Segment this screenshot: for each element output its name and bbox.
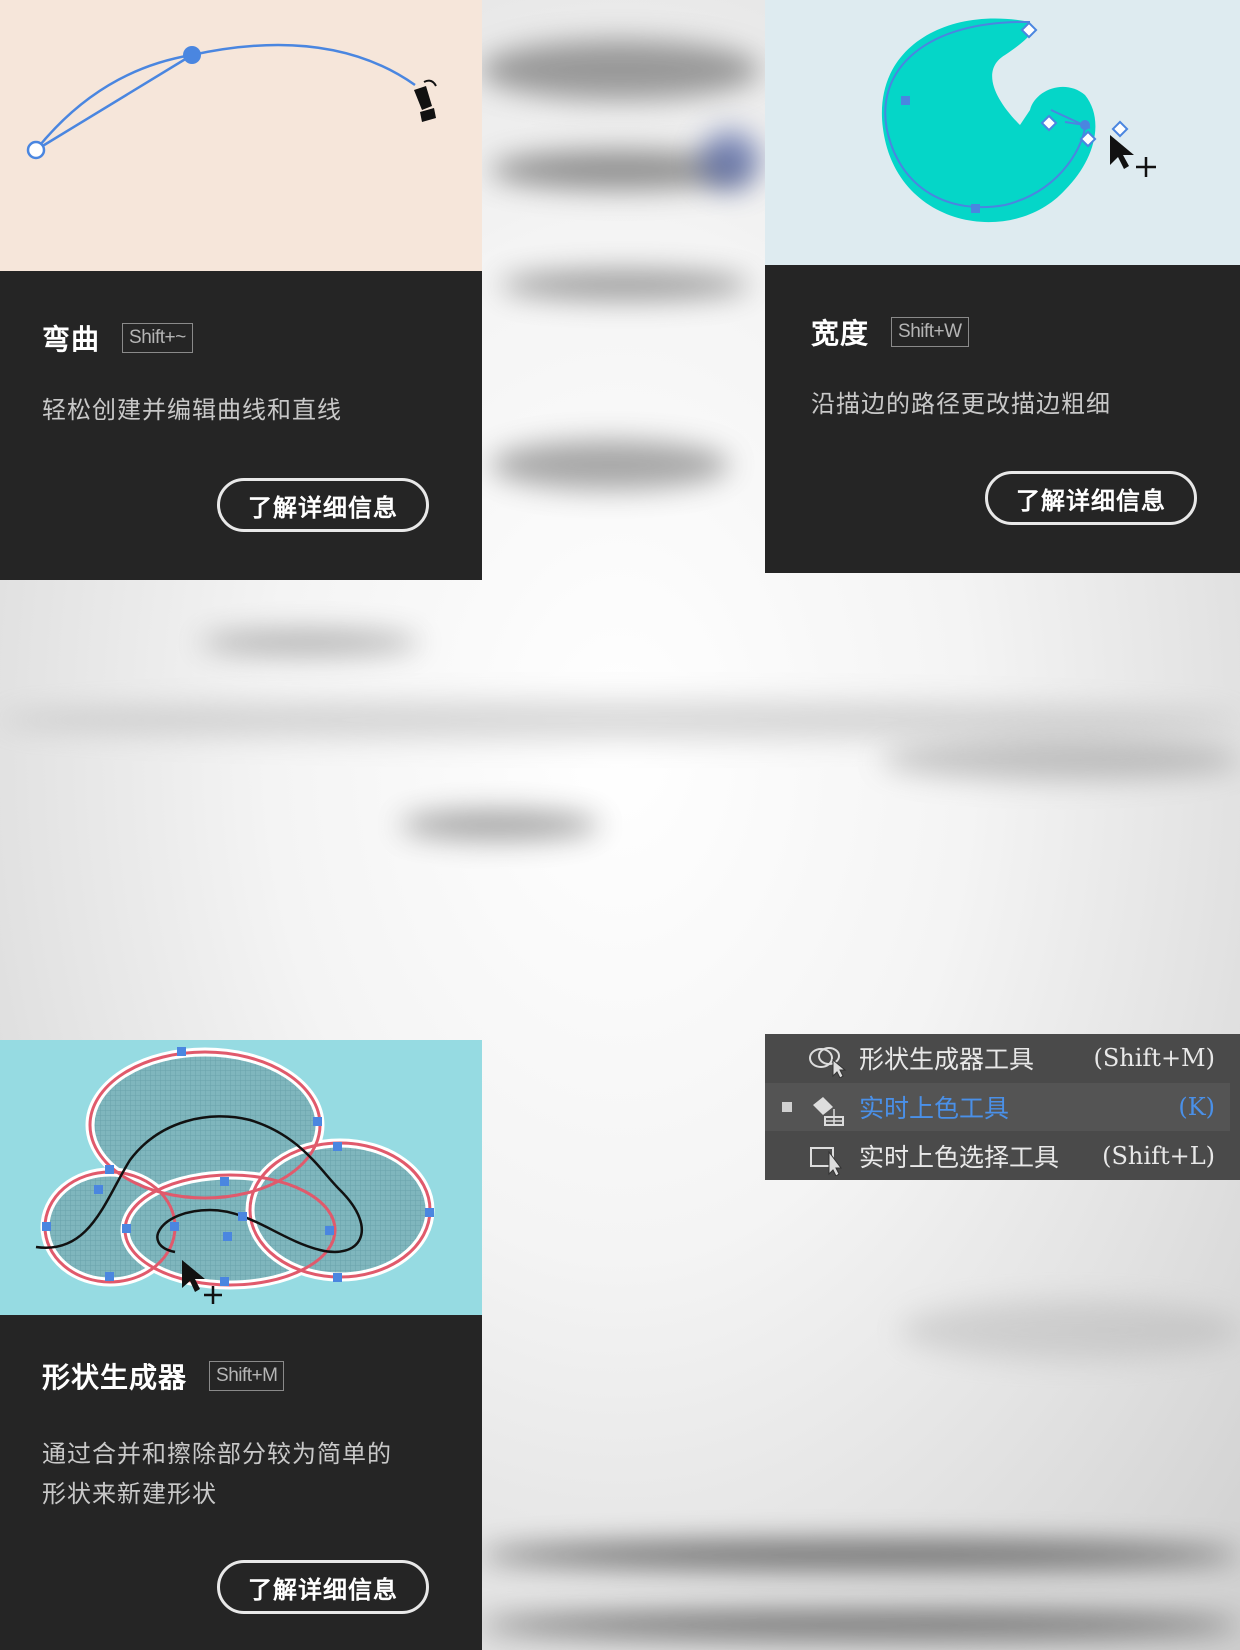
tool-flyout-menu: 形状生成器工具 (Shift+M) 实时上色工具 (K) 实时上色选择工具 (S… (765, 1034, 1240, 1180)
learn-more-button[interactable]: 了解详细信息 (985, 471, 1197, 525)
shortcut-badge: Shift+W (891, 317, 969, 347)
card-title: 弯曲 (42, 323, 101, 356)
menu-item-shortcut: (K) (1178, 1093, 1215, 1121)
menu-item-label: 形状生成器工具 (859, 1045, 1035, 1074)
shortcut-badge: Shift+M (209, 1361, 285, 1391)
shape-builder-icon (809, 1047, 847, 1078)
learn-more-button[interactable]: 了解详细信息 (217, 1560, 429, 1614)
menu-item-shape-builder[interactable]: 形状生成器工具 (Shift+M) (765, 1034, 1230, 1082)
card-description: 沿描边的路径更改描边粗细 (811, 390, 1111, 418)
curvature-illustration (0, 0, 482, 271)
menu-item-label: 实时上色选择工具 (859, 1143, 1060, 1172)
menu-item-shortcut: (Shift+L) (1102, 1142, 1215, 1170)
menu-item-live-paint-selection[interactable]: 实时上色选择工具 (Shift+L) (765, 1132, 1230, 1180)
selected-indicator (782, 1102, 792, 1112)
menu-item-shortcut: (Shift+M) (1093, 1044, 1215, 1072)
card-title: 宽度 (811, 317, 870, 350)
card-description: 通过合并和擦除部分较为简单的 形状来新建形状 (42, 1440, 392, 1508)
shape-builder-illustration (0, 1040, 482, 1315)
live-paint-bucket-icon (813, 1097, 844, 1126)
card-description: 轻松创建并编辑曲线和直线 (42, 396, 342, 424)
width-card: 宽度 Shift+W 沿描边的路径更改描边粗细 了解详细信息 (765, 0, 1240, 573)
menu-item-label: 实时上色工具 (859, 1094, 1010, 1123)
shortcut-badge: Shift+~ (122, 323, 193, 353)
learn-more-button[interactable]: 了解详细信息 (217, 478, 429, 532)
card-title: 形状生成器 (42, 1361, 188, 1394)
curvature-card: 弯曲 Shift+~ 轻松创建并编辑曲线和直线 了解详细信息 (0, 0, 482, 580)
curvature-illustration-bg (0, 0, 482, 271)
menu-item-live-paint-bucket[interactable]: 实时上色工具 (K) (765, 1083, 1230, 1131)
live-paint-selection-icon (810, 1147, 842, 1176)
shape-builder-card: 形状生成器 Shift+M 通过合并和擦除部分较为简单的 形状来新建形状 了解详… (0, 1040, 482, 1650)
width-illustration (765, 0, 1240, 265)
